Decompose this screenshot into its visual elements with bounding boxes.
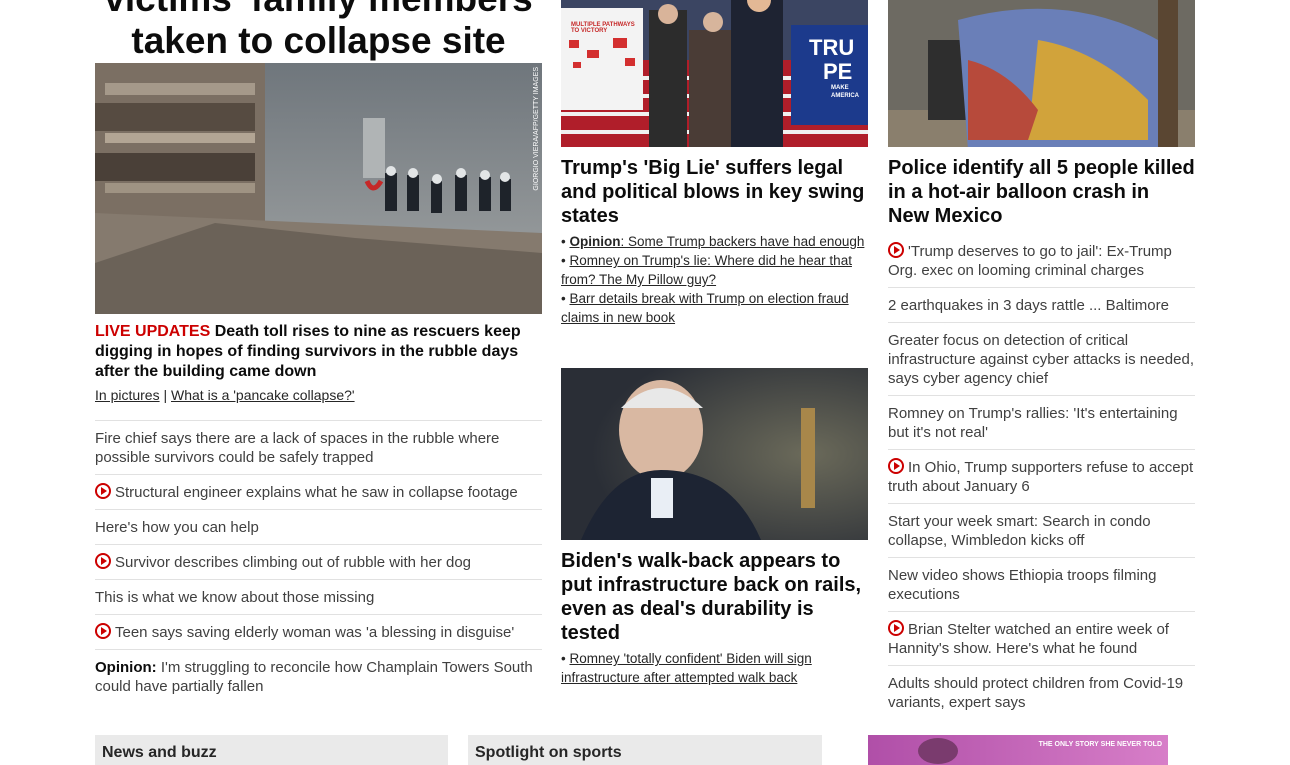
list-item[interactable]: • Opinion: Some Trump backers have had e… xyxy=(561,232,868,251)
play-video-icon xyxy=(95,483,111,499)
biden-image xyxy=(561,368,868,540)
play-video-icon xyxy=(888,458,904,474)
list-item[interactable]: New video shows Ethiopia troops filming … xyxy=(888,557,1195,611)
list-item-text[interactable]: Romney on Trump's rallies: 'It's enterta… xyxy=(888,405,1178,441)
biden-photo[interactable] xyxy=(561,368,868,540)
list-item-text[interactable]: Start your week smart: Search in condo c… xyxy=(888,513,1151,549)
bullet-link[interactable]: Romney 'totally confident' Biden will si… xyxy=(561,651,812,685)
campaign-sign: TRU PE MAKE AMERICA xyxy=(809,36,868,100)
trump-press-photo[interactable]: MULTIPLE PATHWAYS TO VICTORY TRU PE MAKE… xyxy=(561,0,868,147)
list-item-text[interactable]: New video shows Ethiopia troops filming … xyxy=(888,567,1156,603)
balloon-crash-photo[interactable] xyxy=(888,0,1195,147)
balloon-crash-headline[interactable]: Police identify all 5 people killed in a… xyxy=(888,156,1195,228)
bullet-link[interactable]: Romney on Trump's lie: Where did he hear… xyxy=(561,253,852,287)
list-item[interactable]: • Romney on Trump's lie: Where did he he… xyxy=(561,251,868,289)
map-title: MULTIPLE PATHWAYS TO VICTORY xyxy=(571,22,635,34)
play-video-icon xyxy=(95,553,111,569)
list-item-text[interactable]: 'Trump deserves to go to jail': Ex-Trump… xyxy=(888,243,1172,279)
list-item-text[interactable]: In Ohio, Trump supporters refuse to acce… xyxy=(888,459,1193,495)
lead-sublinks: In pictures | What is a 'pancake collaps… xyxy=(95,386,355,405)
section-title: Spotlight on sports xyxy=(475,744,622,761)
list-item[interactable]: Brian Stelter watched an entire week of … xyxy=(888,611,1195,665)
rubble-image xyxy=(95,63,542,314)
opinion-label: Opinion: xyxy=(95,659,157,676)
list-item[interactable]: • Barr details break with Trump on elect… xyxy=(561,289,868,327)
list-item-text[interactable]: This is what we know about those missing xyxy=(95,589,374,606)
list-item[interactable]: Adults should protect children from Covi… xyxy=(888,665,1195,719)
list-item-text[interactable]: Greater focus on detection of critical i… xyxy=(888,332,1194,387)
live-updates-label: LIVE UPDATES xyxy=(95,323,211,340)
list-item[interactable]: This is what we know about those missing xyxy=(95,579,542,614)
list-item[interactable]: Greater focus on detection of critical i… xyxy=(888,322,1195,395)
list-item[interactable]: Structural engineer explains what he saw… xyxy=(95,474,542,509)
list-item[interactable]: Fire chief says there are a lack of spac… xyxy=(95,420,542,474)
pancake-collapse-link[interactable]: What is a 'pancake collapse?' xyxy=(171,387,355,403)
list-item[interactable]: • Romney 'totally confident' Biden will … xyxy=(561,649,868,687)
news-list: 'Trump deserves to go to jail': Ex-Trump… xyxy=(888,234,1195,719)
sign-text: TRU xyxy=(809,35,855,60)
ad-image xyxy=(918,738,958,764)
collapse-site-photo[interactable]: GIORGIO VIERA/AFP/GETTY IMAGES xyxy=(95,63,542,314)
section-title: News and buzz xyxy=(102,744,217,761)
list-item[interactable]: Teen says saving elderly woman was 'a bl… xyxy=(95,614,542,649)
list-item[interactable]: Start your week smart: Search in condo c… xyxy=(888,503,1195,557)
list-item-text[interactable]: I'm struggling to reconcile how Champlai… xyxy=(95,659,533,695)
list-item[interactable]: Opinion: I'm struggling to reconcile how… xyxy=(95,649,542,703)
list-item-text[interactable]: Structural engineer explains what he saw… xyxy=(115,484,518,501)
list-item-text[interactable]: Brian Stelter watched an entire week of … xyxy=(888,621,1169,657)
headline-line[interactable]: taken to collapse site xyxy=(95,20,542,62)
play-video-icon xyxy=(95,623,111,639)
sign-text: PE xyxy=(823,59,853,84)
list-item[interactable]: In Ohio, Trump supporters refuse to acce… xyxy=(888,449,1195,503)
list-item[interactable]: 2 earthquakes in 3 days rattle ... Balti… xyxy=(888,287,1195,322)
biden-related: • Romney 'totally confident' Biden will … xyxy=(561,649,868,687)
lead-story-link[interactable]: LIVE UPDATES Death toll rises to nine as… xyxy=(95,322,542,382)
list-item-text[interactable]: Here's how you can help xyxy=(95,519,259,536)
top-story-headline[interactable]: victims' family members taken to collaps… xyxy=(95,0,542,62)
bullet-link[interactable]: : Some Trump backers have had enough xyxy=(620,234,864,249)
biden-headline[interactable]: Biden's walk-back appears to put infrast… xyxy=(561,549,868,645)
list-item-text[interactable]: Adults should protect children from Covi… xyxy=(888,675,1183,711)
related-stories-list: Fire chief says there are a lack of spac… xyxy=(95,420,542,703)
headline-line[interactable]: victims' family members xyxy=(95,0,542,20)
list-item-text[interactable]: Fire chief says there are a lack of spac… xyxy=(95,430,499,466)
in-pictures-link[interactable]: In pictures xyxy=(95,387,160,403)
ad-text: THE ONLY STORY SHE NEVER TOLD xyxy=(1038,741,1162,748)
big-lie-related: • Opinion: Some Trump backers have had e… xyxy=(561,232,868,327)
list-item[interactable]: Survivor describes climbing out of rubbl… xyxy=(95,544,542,579)
list-item-text[interactable]: Teen says saving elderly woman was 'a bl… xyxy=(115,624,514,641)
sublink-separator: | xyxy=(163,387,168,403)
list-item[interactable]: Romney on Trump's rallies: 'It's enterta… xyxy=(888,395,1195,449)
opinion-label[interactable]: Opinion xyxy=(569,234,620,249)
photo-credit: GIORGIO VIERA/AFP/GETTY IMAGES xyxy=(533,67,540,191)
big-lie-headline[interactable]: Trump's 'Big Lie' suffers legal and poli… xyxy=(561,156,868,228)
play-video-icon xyxy=(888,242,904,258)
list-item-text[interactable]: 2 earthquakes in 3 days rattle ... Balti… xyxy=(888,297,1169,314)
play-video-icon xyxy=(888,620,904,636)
list-item-text[interactable]: Survivor describes climbing out of rubbl… xyxy=(115,554,471,571)
balloon-image xyxy=(888,0,1195,147)
list-item[interactable]: 'Trump deserves to go to jail': Ex-Trump… xyxy=(888,234,1195,287)
sign-text: MAKE AMERICA xyxy=(831,85,859,99)
list-item[interactable]: Here's how you can help xyxy=(95,509,542,544)
bullet-link[interactable]: Barr details break with Trump on electio… xyxy=(561,291,849,325)
